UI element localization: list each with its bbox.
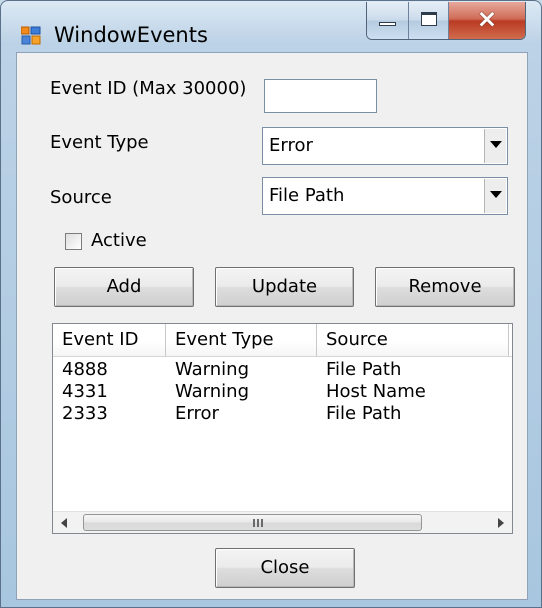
- event-type-dropdown[interactable]: Error: [262, 127, 508, 165]
- list-item[interactable]: 2333 Error File Path: [53, 403, 512, 425]
- close-button[interactable]: Close: [215, 548, 355, 588]
- active-checkbox[interactable]: [65, 233, 82, 250]
- list-item[interactable]: 4888 Warning File Path: [53, 359, 512, 381]
- source-cell: Host Name: [326, 381, 426, 402]
- chevron-down-icon: [490, 191, 502, 198]
- caption-buttons: ×: [366, 2, 526, 40]
- list-rows: 4888 Warning File Path 4331 Warning Host…: [53, 359, 512, 479]
- windowevents-window: WindowEvents × Event ID (Max 30000) Even…: [0, 0, 542, 608]
- event-id-cell: 4888: [62, 359, 108, 380]
- source-dropdown-button[interactable]: [484, 179, 506, 213]
- maximize-icon: [421, 12, 437, 26]
- event-id-label: Event ID (Max 30000): [50, 78, 247, 99]
- active-label[interactable]: Active: [91, 229, 147, 253]
- horizontal-scrollbar[interactable]: [53, 511, 512, 533]
- close-window-button[interactable]: ×: [449, 2, 525, 39]
- event-type-dropdown-button[interactable]: [484, 129, 506, 163]
- column-header-event-id[interactable]: Event ID: [53, 324, 166, 356]
- event-type-cell: Warning: [175, 359, 250, 380]
- chevron-down-icon: [490, 141, 502, 148]
- arrow-right-icon: [498, 518, 504, 528]
- event-id-input[interactable]: [264, 79, 377, 113]
- update-button[interactable]: Update: [215, 267, 354, 307]
- minimize-icon: [379, 22, 396, 26]
- source-dropdown[interactable]: File Path: [262, 177, 508, 215]
- source-selected-value: File Path: [269, 185, 345, 206]
- source-cell: File Path: [326, 403, 402, 424]
- list-item[interactable]: 4331 Warning Host Name: [53, 381, 512, 403]
- source-label: Source: [50, 187, 112, 208]
- list-header: Event ID Event Type Source: [53, 324, 512, 357]
- close-icon: ×: [476, 4, 498, 33]
- form-client-area: Event ID (Max 30000) Event Type Error So…: [16, 52, 528, 600]
- arrow-left-icon: [61, 518, 67, 528]
- scrollbar-grip-icon: [253, 519, 263, 527]
- event-type-cell: Error: [175, 403, 219, 424]
- remove-button[interactable]: Remove: [375, 267, 515, 307]
- add-button[interactable]: Add: [54, 267, 194, 307]
- title-bar[interactable]: WindowEvents ×: [1, 1, 541, 51]
- scrollbar-thumb[interactable]: [83, 514, 422, 531]
- scroll-right-button[interactable]: [490, 512, 512, 533]
- event-id-cell: 2333: [62, 403, 108, 424]
- event-type-selected-value: Error: [269, 135, 313, 156]
- event-id-cell: 4331: [62, 381, 108, 402]
- events-list[interactable]: Event ID Event Type Source 4888 Warning …: [52, 323, 513, 534]
- source-cell: File Path: [326, 359, 402, 380]
- event-type-label: Event Type: [50, 132, 149, 153]
- minimize-button[interactable]: [367, 2, 409, 39]
- window-title: WindowEvents: [54, 23, 208, 47]
- window-events-icon: [20, 26, 41, 46]
- scroll-left-button[interactable]: [53, 512, 75, 533]
- column-header-source[interactable]: Source: [317, 324, 509, 356]
- column-header-event-type[interactable]: Event Type: [166, 324, 317, 356]
- maximize-button[interactable]: [409, 2, 449, 39]
- event-type-cell: Warning: [175, 381, 250, 402]
